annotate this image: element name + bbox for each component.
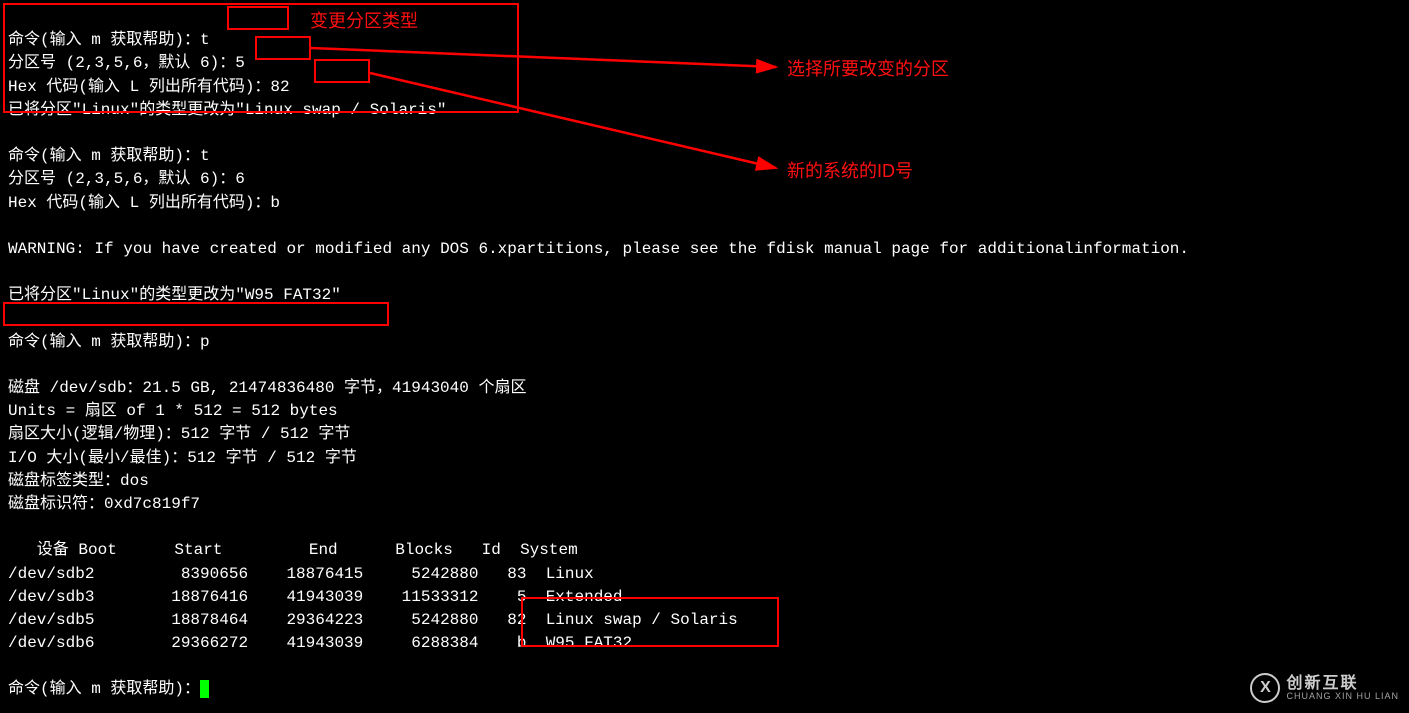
units-info: Units = 扇区 of 1 * 512 = 512 bytes: [8, 402, 338, 420]
final-prompt-line[interactable]: 命令(输入 m 获取帮助)：: [8, 680, 209, 698]
label-info: 磁盘标签类型：dos: [8, 472, 149, 490]
table-row: /dev/sdb2 8390656 18876415 5242880 83 Li…: [8, 565, 594, 583]
disk-info: 磁盘 /dev/sdb：21.5 GB, 21474836480 字节，4194…: [8, 379, 526, 397]
watermark-main: 创新互联: [1286, 676, 1399, 692]
warning-line: WARNING: If you have created or modified…: [8, 240, 1189, 258]
annotation-select-partition: 选择所要改变的分区: [787, 56, 949, 82]
io-info: I/O 大小(最小/最佳)：512 字节 / 512 字节: [8, 449, 357, 467]
table-header: 设备 Boot Start End Blocks Id System: [8, 541, 578, 559]
cursor: [200, 680, 209, 698]
annotation-new-id: 新的系统的ID号: [787, 158, 913, 184]
arrow-new-id: [370, 70, 786, 180]
sector-info: 扇区大小(逻辑/物理)：512 字节 / 512 字节: [8, 425, 350, 443]
box-t-input: [227, 6, 289, 30]
final-prompt-text: 命令(输入 m 获取帮助)：: [8, 680, 200, 698]
cmd-line-p: 命令(输入 m 获取帮助)：p: [8, 333, 210, 351]
box-table-result: [521, 597, 779, 647]
box-partnum-input: [255, 36, 311, 60]
watermark: X 创新互联 CHUANG XIN HU LIAN: [1250, 673, 1399, 703]
annotation-change-type: 变更分区类型: [310, 8, 418, 34]
watermark-sub: CHUANG XIN HU LIAN: [1286, 692, 1399, 701]
partnum-line-2: 分区号 (2,3,5,6，默认 6)：6: [8, 170, 245, 188]
ident-info: 磁盘标识符：0xd7c819f7: [8, 495, 200, 513]
box-second-result: [3, 302, 389, 326]
watermark-icon: X: [1250, 673, 1280, 703]
cmd-line-t2: 命令(输入 m 获取帮助)：t: [8, 147, 210, 165]
hex-line-2: Hex 代码(输入 L 列出所有代码)：b: [8, 194, 280, 212]
